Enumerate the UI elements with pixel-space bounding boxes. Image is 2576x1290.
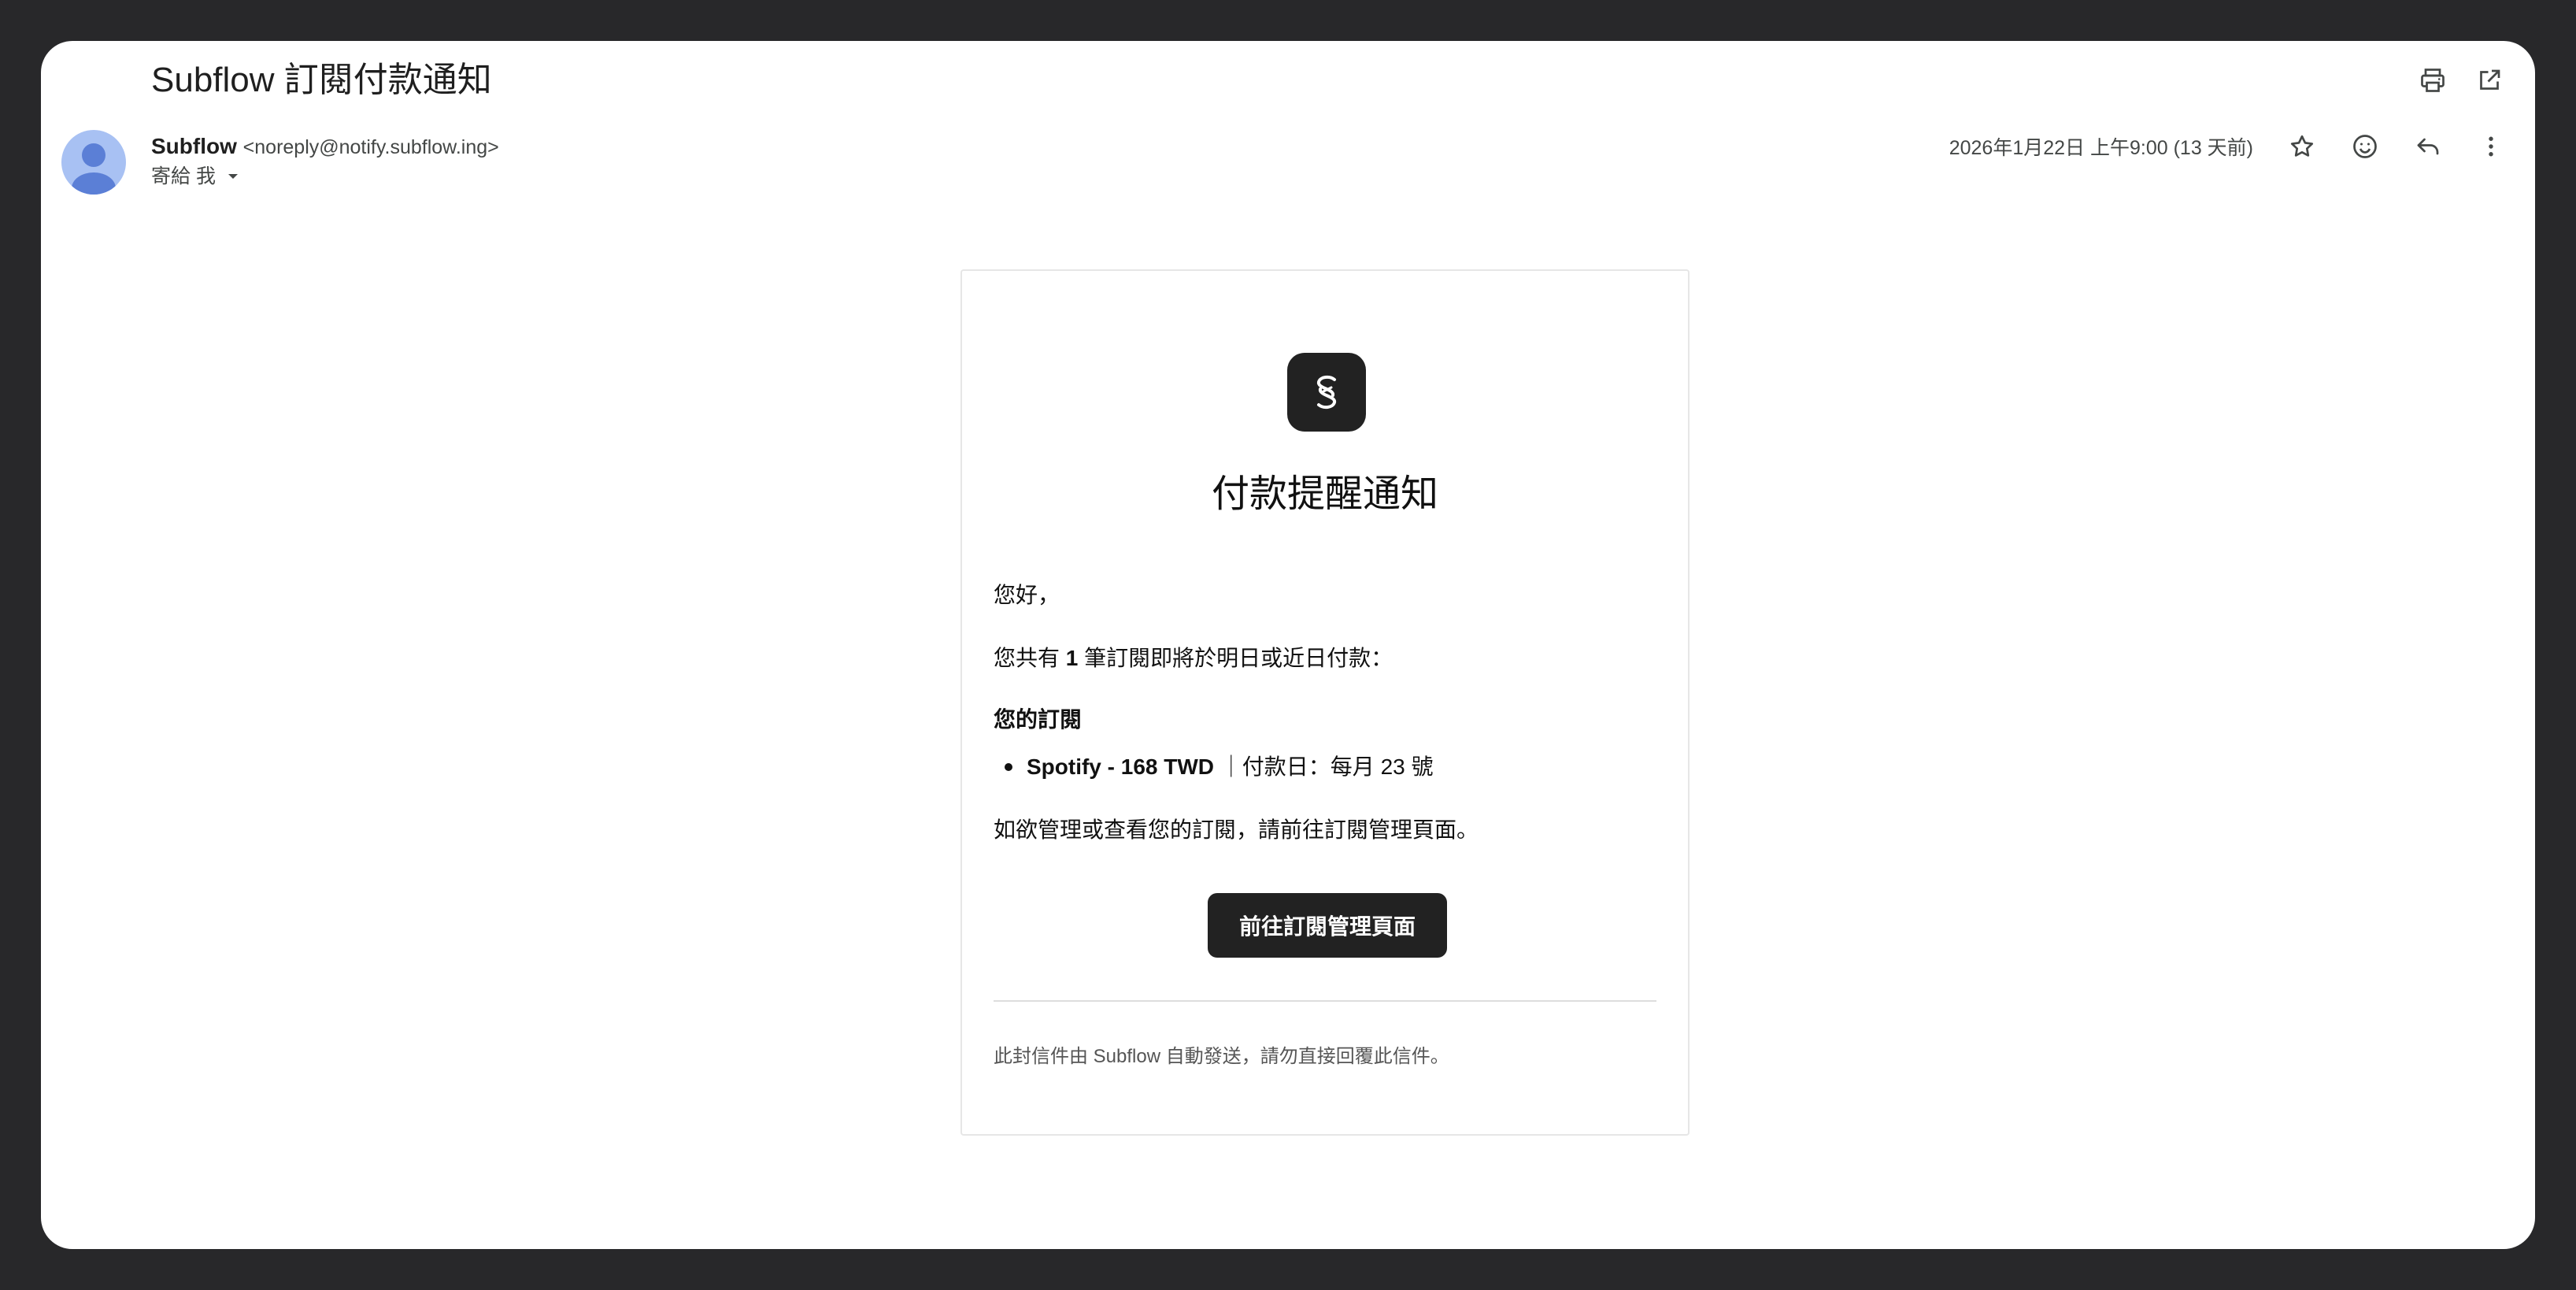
recipient-label: 寄給 我	[151, 165, 216, 187]
bullet	[1005, 762, 1012, 771]
email-title: 付款提醒通知	[1211, 473, 1438, 515]
sender-name[interactable]: Subflow	[151, 134, 237, 158]
email-view: Subflow 訂閱付款通知 Subflow <noreply@notify.s…	[41, 41, 2535, 1249]
subscription-detail: ｜付款日：每月 23 號	[1214, 754, 1434, 779]
reply-button[interactable]	[2406, 124, 2450, 169]
person-icon	[72, 143, 116, 195]
greeting-text: 您好，	[994, 583, 1060, 607]
manage-text: 如欲管理或查看您的訂閱，請前往訂閱管理頁面。	[994, 817, 1479, 842]
subscriptions-heading: 您的訂閱	[994, 707, 1083, 732]
count-suffix: 筆訂閱即將於明日或近日付款：	[1078, 646, 1393, 670]
reply-icon	[2417, 138, 2439, 155]
star-icon	[2290, 135, 2314, 157]
subscription-name-price: Spotify - 168 TWD	[1027, 754, 1215, 779]
sender-avatar[interactable]	[61, 130, 126, 195]
star-button[interactable]	[2280, 124, 2324, 169]
count-prefix: 您共有	[994, 646, 1066, 670]
print-icon	[2421, 69, 2445, 92]
add-reaction-button[interactable]	[2343, 124, 2387, 169]
message-meta: 2026年1月22日 上午9:00 (13 天前)	[1949, 124, 2513, 169]
message-date: 2026年1月22日 上午9:00 (13 天前)	[1949, 137, 2253, 159]
dropdown-arrow-icon	[228, 174, 238, 179]
subflow-logo-icon	[1317, 375, 1336, 410]
footer-note: 此封信件由 Subflow 自動發送，請勿直接回覆此信件。	[994, 1046, 1449, 1067]
recipient-details-toggle[interactable]: 寄給 我	[151, 161, 242, 192]
list-item: Spotify - 168 TWD ｜付款日：每月 23 號	[1005, 751, 1434, 783]
email-subject: Subflow 訂閱付款通知	[151, 61, 492, 99]
subscription-count-text: 您共有 1 筆訂閱即將於明日或近日付款：	[994, 643, 1393, 674]
count-value: 1	[1065, 646, 1079, 670]
emoji-icon	[2353, 135, 2377, 158]
sender-line: Subflow <noreply@notify.subflow.ing>	[151, 129, 499, 165]
email-body: 付款提醒通知 您好， 您共有 1 筆訂閱即將於明日或近日付款： 您的訂閱 Spo…	[960, 269, 1690, 1136]
more-options-button[interactable]	[2469, 124, 2513, 169]
open-in-new-icon	[2480, 69, 2500, 90]
more-vert-icon	[2489, 136, 2493, 157]
top-actions	[2411, 58, 2511, 102]
divider	[994, 1000, 1656, 1002]
subflow-logo	[1287, 353, 1366, 432]
manage-subscriptions-button[interactable]: 前往訂閱管理頁面	[1208, 893, 1447, 958]
print-button[interactable]	[2411, 58, 2455, 102]
open-in-new-window-button[interactable]	[2467, 58, 2511, 102]
sender-email: <noreply@notify.subflow.ing>	[242, 136, 499, 158]
